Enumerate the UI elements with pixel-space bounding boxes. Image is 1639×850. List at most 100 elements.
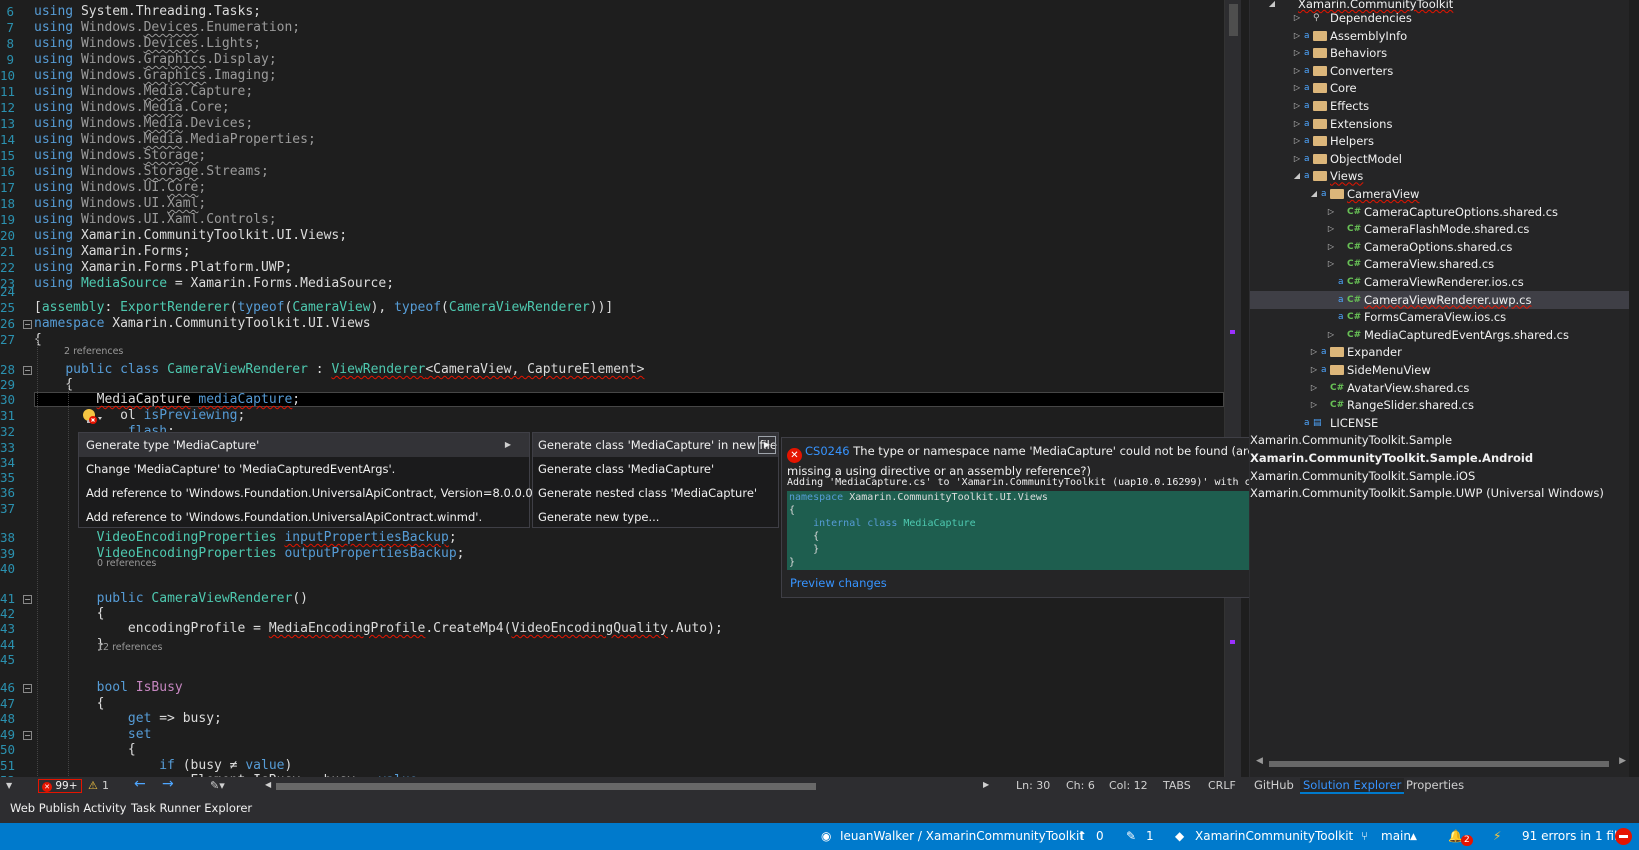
- tab-solution-explorer[interactable]: Solution Explorer: [1300, 778, 1405, 794]
- qa-item-change-type[interactable]: Change 'MediaCapture' to 'MediaCapturedE…: [79, 457, 529, 481]
- quick-actions-menu[interactable]: Generate type 'MediaCapture' ▶ Change 'M…: [78, 432, 547, 529]
- code-line[interactable]: using Windows.UI.Xaml.Controls;: [34, 212, 277, 228]
- code-line[interactable]: using Windows.Media.Capture;: [34, 84, 253, 100]
- qa-sub-generate-class[interactable]: Generate class 'MediaCapture': [533, 457, 778, 481]
- project-name[interactable]: XamarinCommunityToolkit: [1195, 829, 1353, 843]
- editor-vertical-scrollbar[interactable]: [1224, 0, 1241, 777]
- code-line[interactable]: using Windows.Devices.Lights;: [34, 36, 261, 52]
- expand-preview-icon[interactable]: ▶: [758, 436, 776, 454]
- expand-icon[interactable]: ▷: [1292, 132, 1302, 150]
- scroll-right-icon[interactable]: ▶: [1619, 756, 1626, 766]
- repo-name[interactable]: IeuanWalker / XamarinCommunityToolkit: [840, 829, 1084, 843]
- code-line[interactable]: using Windows.UI.Core;: [34, 180, 206, 196]
- tree-file[interactable]: ▷ C# CameraOptions.shared.cs: [1250, 238, 1629, 256]
- code-line[interactable]: [assembly: ExportRenderer(typeof(CameraV…: [34, 300, 613, 316]
- expand-icon[interactable]: ▷: [1292, 79, 1302, 97]
- expand-icon[interactable]: ▷: [1326, 203, 1336, 221]
- generate-type-submenu[interactable]: Generate class 'MediaCapture' in new fil…: [532, 432, 779, 528]
- code-line[interactable]: encodingProfile = MediaEncodingProfile.C…: [34, 621, 723, 637]
- brush-icon[interactable]: ✎▾: [210, 779, 225, 792]
- tree-project[interactable]: Xamarin.CommunityToolkit.Sample: [1250, 431, 1629, 449]
- tab-web-publish-activity[interactable]: Web Publish Activity: [10, 801, 126, 815]
- qa-item-add-reference-winmd[interactable]: Add reference to 'Windows.Foundation.Uni…: [79, 505, 529, 529]
- branch-name[interactable]: main: [1381, 829, 1411, 843]
- fold-class-icon[interactable]: −: [23, 366, 32, 375]
- expand-icon[interactable]: ▷: [1292, 9, 1302, 27]
- zoom-dropdown-icon[interactable]: ▼: [6, 781, 12, 790]
- tree-folder[interactable]: ▷ a ObjectModel: [1250, 150, 1629, 168]
- error-code-link[interactable]: CS0246: [805, 444, 850, 458]
- tree-folder[interactable]: ▷ a Helpers: [1250, 132, 1629, 150]
- line-indicator[interactable]: Ln: 30: [1016, 779, 1050, 792]
- code-line[interactable]: set: [34, 727, 151, 743]
- scrollbar-thumb[interactable]: [1229, 4, 1238, 36]
- pencil-icon[interactable]: ✎: [1126, 829, 1136, 843]
- tree-folder[interactable]: ▷ a Extensions: [1250, 115, 1629, 133]
- expand-icon[interactable]: ▷: [1292, 62, 1302, 80]
- expand-icon[interactable]: ▷: [1292, 115, 1302, 133]
- qa-item-generate-type[interactable]: Generate type 'MediaCapture' ▶: [79, 433, 529, 457]
- collapse-icon[interactable]: ◢: [1309, 185, 1319, 203]
- code-editor[interactable]: 6 using System.Threading.Tasks; 7 using Win…: [0, 0, 1241, 777]
- build-icon[interactable]: ⚡: [1493, 829, 1501, 843]
- scroll-right-icon[interactable]: ▶: [983, 780, 989, 789]
- code-line[interactable]: using Windows.Media.MediaProperties;: [34, 132, 316, 148]
- code-line[interactable]: using MediaSource = Xamarin.Forms.MediaS…: [34, 276, 394, 292]
- expand-icon[interactable]: ▷: [1326, 326, 1336, 344]
- expand-icon[interactable]: ▷: [1326, 255, 1336, 273]
- tree-folder[interactable]: ▷ a Behaviors: [1250, 44, 1629, 62]
- scroll-left-icon[interactable]: ◀: [265, 780, 271, 789]
- fold-isbusy-icon[interactable]: −: [23, 684, 32, 693]
- tree-folder[interactable]: ▷ a Converters: [1250, 62, 1629, 80]
- scroll-left-icon[interactable]: ◀: [1256, 756, 1263, 766]
- line-ending-indicator[interactable]: CRLF: [1208, 779, 1236, 792]
- qa-sub-generate-new-type[interactable]: Generate new type...: [533, 505, 778, 529]
- expand-icon[interactable]: ▷: [1292, 44, 1302, 62]
- code-line[interactable]: VideoEncodingProperties inputPropertiesB…: [34, 530, 457, 546]
- code-line[interactable]: bool IsBusy: [34, 680, 183, 696]
- tree-folder[interactable]: ◢ a CameraView: [1250, 185, 1629, 203]
- code-line[interactable]: MediaCapture mediaCapture;: [34, 392, 301, 408]
- repository-icon[interactable]: ◆: [1175, 829, 1184, 843]
- code-line[interactable]: namespace Xamarin.CommunityToolkit.UI.Vi…: [34, 316, 371, 332]
- error-status-icon[interactable]: [1615, 828, 1632, 845]
- code-line[interactable]: {: [34, 696, 105, 712]
- warning-icon[interactable]: ⚠: [88, 779, 98, 792]
- expand-icon[interactable]: ▷: [1326, 238, 1336, 256]
- solution-explorer-horizontal-scrollbar[interactable]: ◀ ▶: [1255, 756, 1626, 770]
- errors-in-file[interactable]: 91 errors in 1 file: [1522, 829, 1625, 843]
- tree-folder[interactable]: ◢ a Views: [1250, 167, 1629, 185]
- tree-file[interactable]: a C# CameraViewRenderer.ios.cs: [1250, 273, 1629, 291]
- tab-properties[interactable]: Properties: [1406, 778, 1464, 792]
- code-line[interactable]: using Windows.Media.Devices;: [34, 116, 253, 132]
- expand-icon[interactable]: ▷: [1309, 396, 1319, 414]
- preview-changes-link[interactable]: Preview changes: [790, 576, 887, 590]
- code-line[interactable]: using Windows.Storage.Streams;: [34, 164, 269, 180]
- qa-sub-generate-class-new-file[interactable]: Generate class 'MediaCapture' in new fil…: [533, 433, 778, 457]
- tree-file[interactable]: ▷ C# CameraFlashMode.shared.cs: [1250, 220, 1629, 238]
- expand-icon[interactable]: ▷: [1292, 97, 1302, 115]
- tree-folder[interactable]: ▷ a Effects: [1250, 97, 1629, 115]
- tab-github[interactable]: GitHub: [1254, 778, 1294, 792]
- tree-project[interactable]: Xamarin.CommunityToolkit.Sample.Android: [1250, 449, 1629, 467]
- branch-dropdown-icon[interactable]: ▲: [1410, 832, 1417, 842]
- code-line[interactable]: using Windows.Graphics.Imaging;: [34, 68, 277, 84]
- solution-explorer[interactable]: ◢ Xamarin.CommunityToolkit ▷ ⚲ Dependencie…: [1249, 0, 1629, 777]
- code-line[interactable]: using Xamarin.CommunityToolkit.UI.Views;: [34, 228, 347, 244]
- code-line[interactable]: using Xamarin.Forms.Platform.UWP;: [34, 260, 292, 276]
- qa-item-add-reference-version[interactable]: Add reference to 'Windows.Foundation.Uni…: [79, 481, 547, 505]
- code-line[interactable]: using Xamarin.Forms;: [34, 244, 191, 260]
- code-line[interactable]: using Windows.Media.Core;: [34, 100, 230, 116]
- scrollbar-thumb[interactable]: [1269, 761, 1609, 767]
- tree-file[interactable]: ▷ C# RangeSlider.shared.cs: [1250, 396, 1629, 414]
- code-line[interactable]: }: [34, 637, 105, 653]
- code-line[interactable]: {: [34, 606, 105, 622]
- fold-ctor-icon[interactable]: −: [23, 595, 32, 604]
- code-line[interactable]: public CameraViewRenderer(): [34, 591, 308, 607]
- tree-file[interactable]: a C# FormsCameraView.ios.cs: [1250, 308, 1629, 326]
- tree-folder[interactable]: ▷ a AssemblyInfo: [1250, 27, 1629, 45]
- tree-file[interactable]: ▷ C# CameraCaptureOptions.shared.cs: [1250, 203, 1629, 221]
- code-line[interactable]: using Windows.Devices.Enumeration;: [34, 20, 300, 36]
- collapse-icon[interactable]: ◢: [1292, 167, 1302, 185]
- codelens-isbusy-references[interactable]: 12 references: [97, 642, 162, 653]
